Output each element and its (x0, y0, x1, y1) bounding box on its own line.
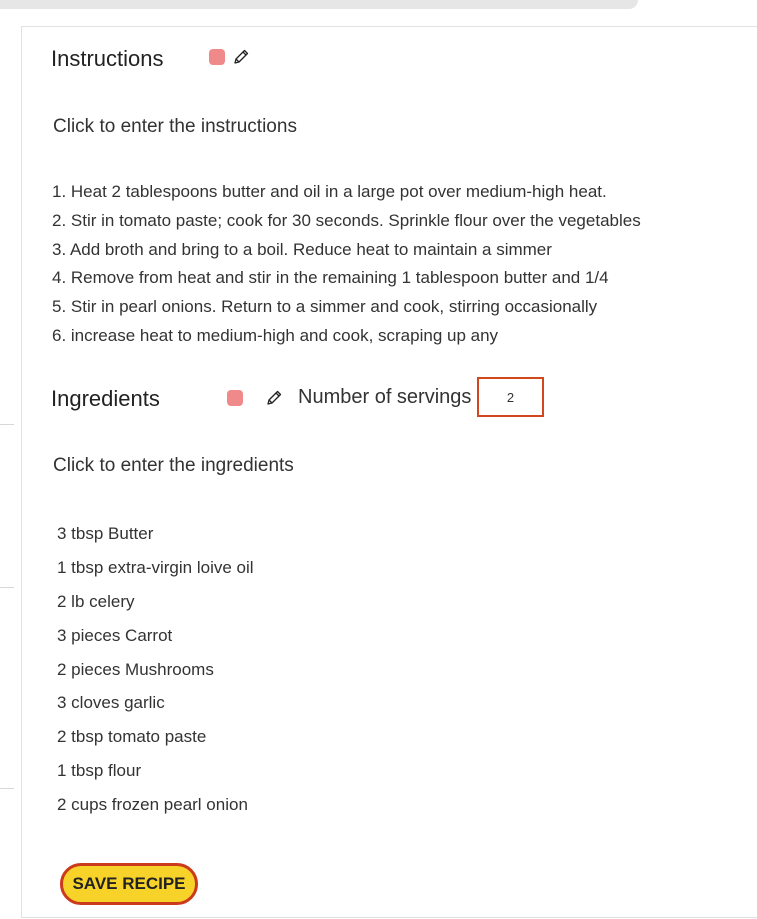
instructions-title: Instructions (51, 46, 164, 71)
ingredient-item: 2 pieces Mushrooms (57, 659, 214, 679)
ingredient-item: 2 cups frozen pearl onion (57, 795, 248, 815)
ingredient-item: 3 tbsp Butter (57, 524, 154, 543)
instruction-step: 4. Remove from heat and stir in the rema… (52, 268, 609, 288)
servings-label: Number of servings (298, 386, 472, 408)
ingredient-item: 3 cloves garlic (57, 693, 165, 713)
pencil-icon[interactable] (232, 48, 250, 66)
instruction-step: 2. Stir in tomato paste; cook for 30 sec… (52, 210, 641, 230)
divider (0, 587, 14, 588)
instructions-placeholder[interactable]: Click to enter the instructions (53, 116, 297, 138)
ingredient-item: 1 tbsp extra-virgin loive oil (57, 557, 254, 577)
ingredient-item: 2 tbsp tomato paste (57, 727, 207, 747)
divider (0, 788, 14, 789)
top-tab-strip (0, 0, 638, 9)
instructions-list: 1. Heat 2 tablespoons butter and oil in … (52, 178, 641, 351)
divider (0, 424, 14, 425)
instruction-step: 3. Add broth and bring to a boil. Reduce… (52, 239, 552, 259)
ingredients-title: Ingredients (51, 386, 160, 411)
square-icon[interactable] (227, 390, 243, 406)
ingredients-list: 3 tbsp Butter 1 tbsp extra-virgin loive … (57, 517, 254, 822)
instruction-step: 6. increase heat to medium-high and cook… (52, 325, 499, 345)
instruction-step: 1. Heat 2 tablespoons butter and oil in … (52, 182, 607, 201)
ingredient-item: 3 pieces Carrot (57, 625, 173, 645)
ingredient-item: 2 lb celery (57, 591, 135, 611)
ingredients-placeholder[interactable]: Click to enter the ingredients (53, 455, 294, 477)
servings-input[interactable] (477, 377, 544, 417)
ingredient-item: 1 tbsp flour (57, 761, 142, 781)
square-icon[interactable] (209, 49, 225, 65)
save-recipe-button[interactable]: SAVE RECIPE (60, 863, 198, 905)
recipe-panel: Instructions Click to enter the instruct… (21, 26, 757, 918)
pencil-icon[interactable] (265, 389, 283, 407)
instruction-step: 5. Stir in pearl onions. Return to a sim… (52, 297, 598, 317)
